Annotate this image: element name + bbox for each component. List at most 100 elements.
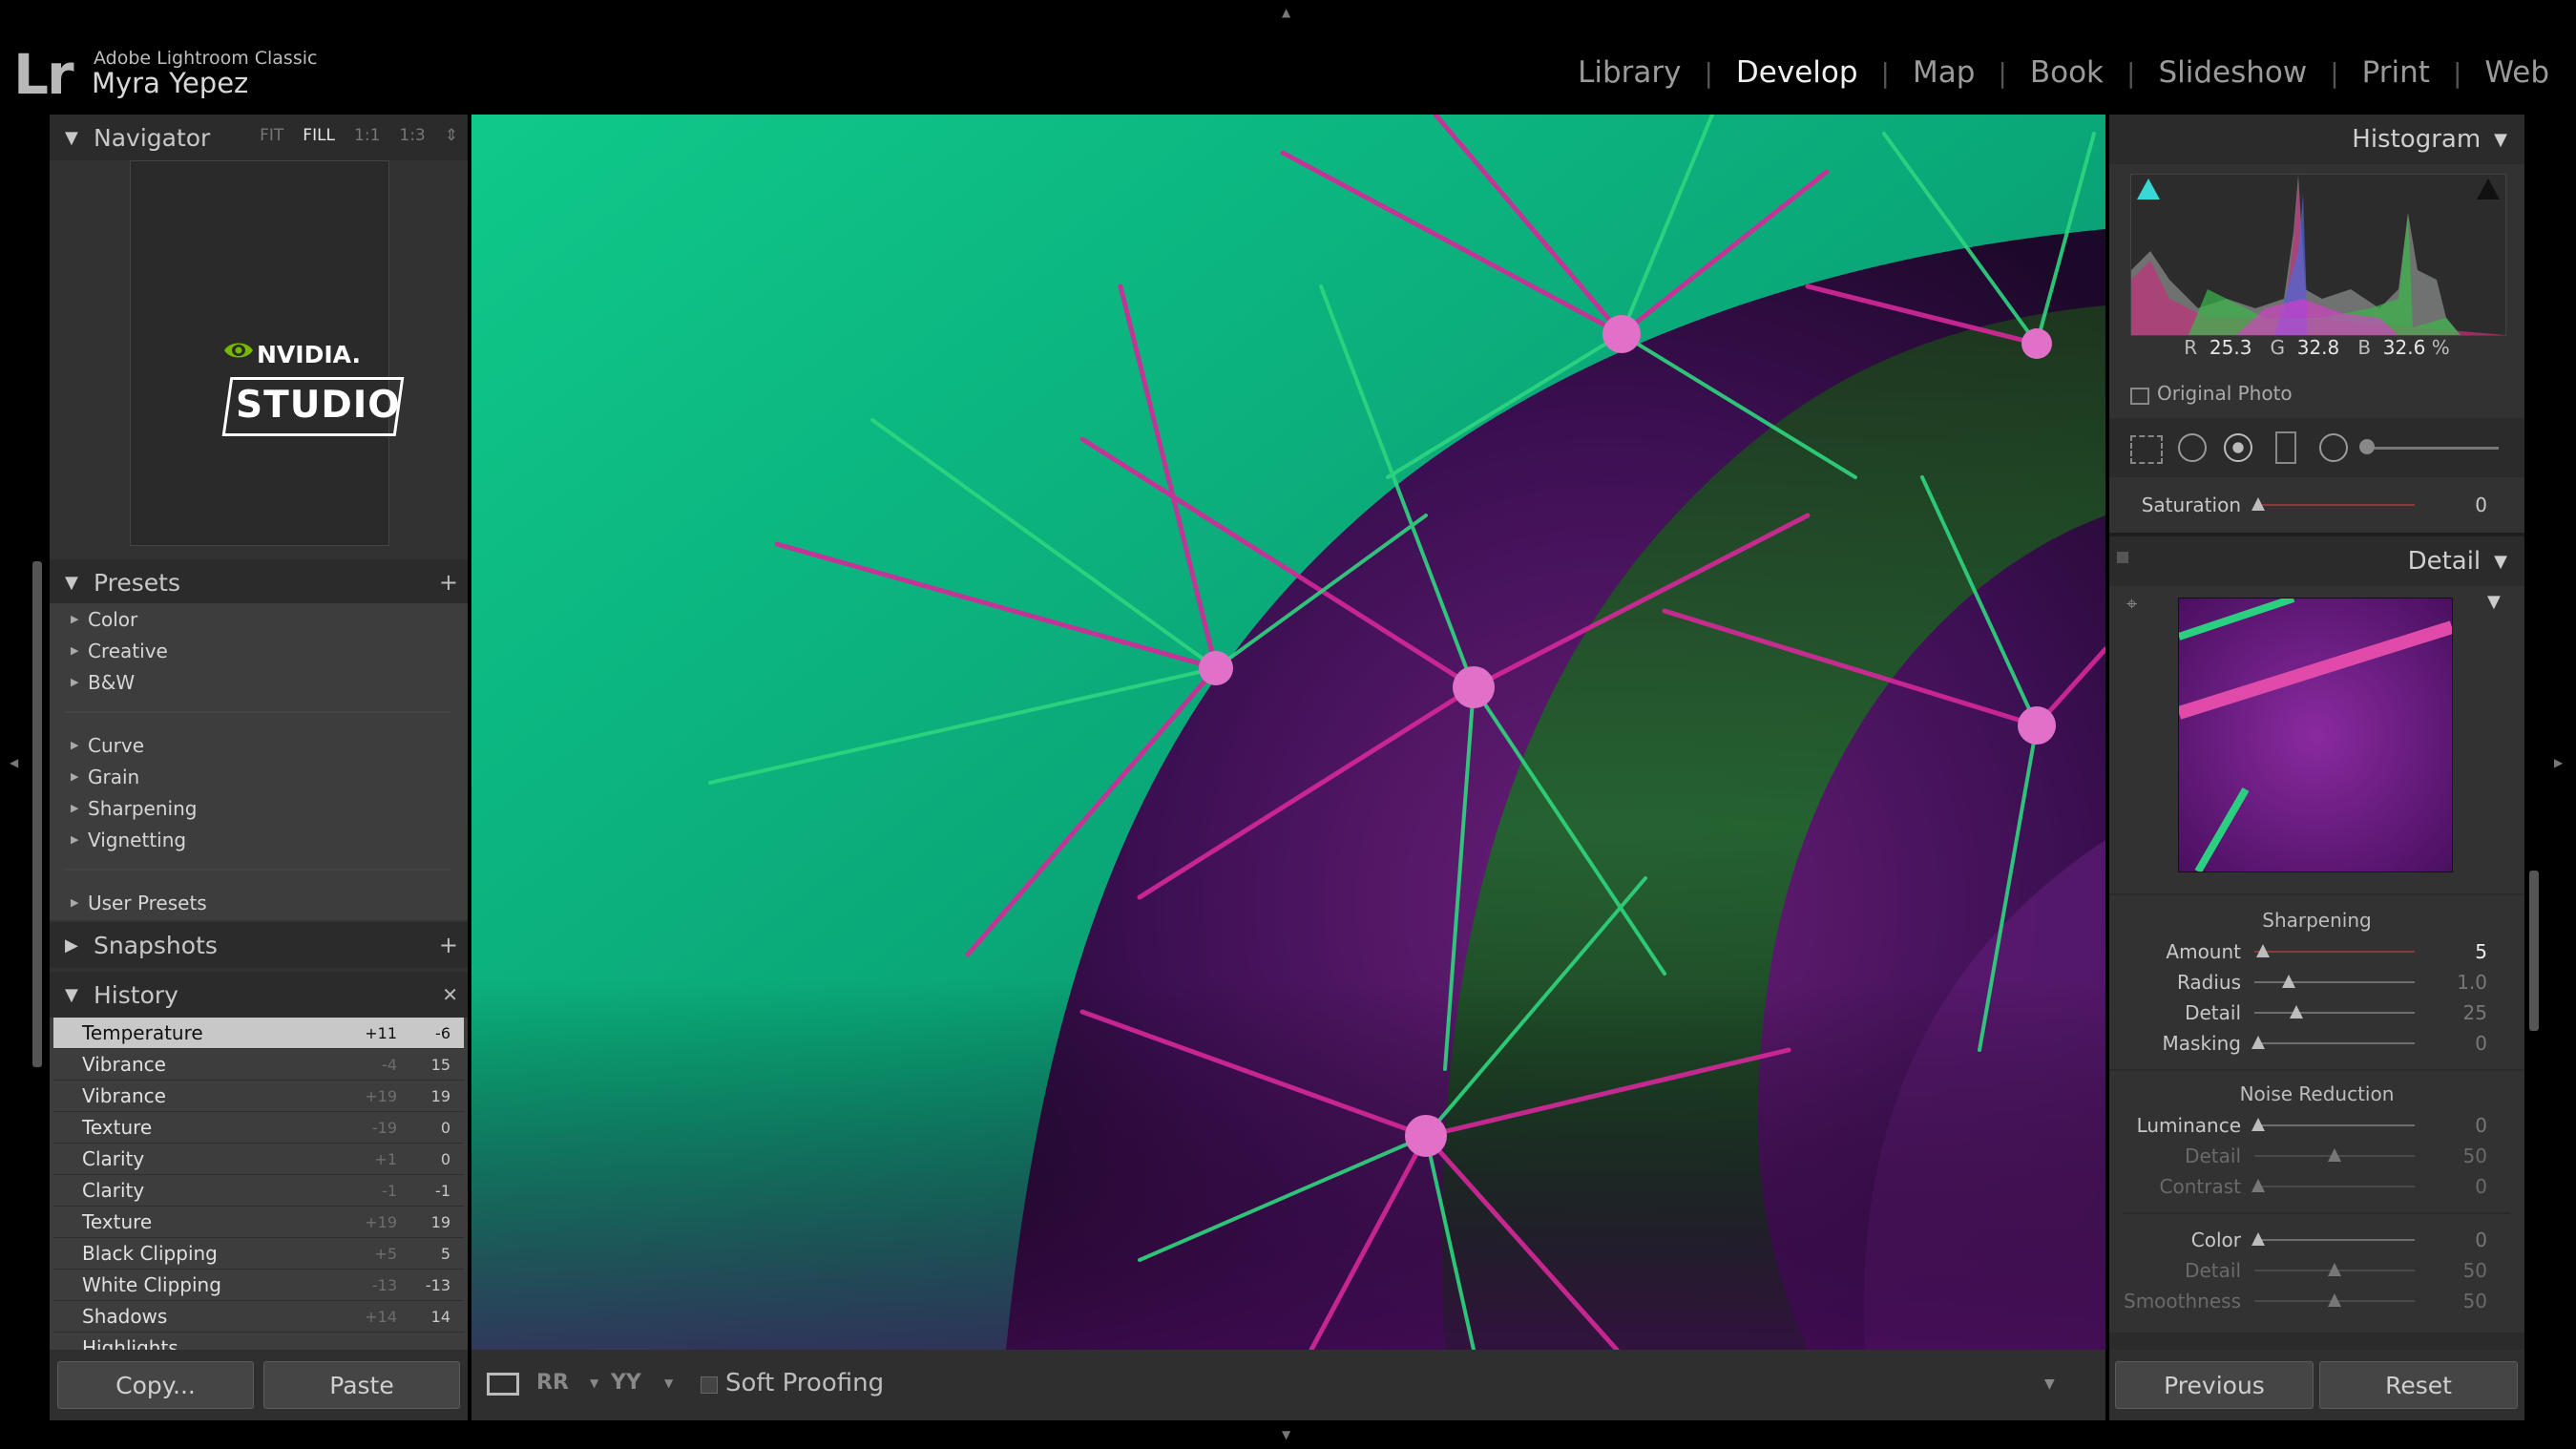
history-item[interactable]: Black Clipping +5 5 (53, 1238, 464, 1270)
spot-removal-tool-icon[interactable] (2178, 433, 2207, 462)
module-book[interactable]: Book (2007, 55, 2126, 90)
panel-switch-icon[interactable] (2117, 552, 2128, 563)
presets-header[interactable]: ▼ Presets + (50, 559, 468, 605)
navigator-preview[interactable]: NVIDIA. STUDIO (130, 160, 405, 546)
before-after-tb-icon[interactable]: YY (611, 1371, 641, 1395)
zoom-fit-option[interactable]: FIT (260, 126, 283, 145)
add-snapshot-icon[interactable]: + (439, 932, 458, 958)
graduated-filter-icon[interactable] (2275, 431, 2296, 464)
history-item[interactable]: Clarity +1 0 (53, 1144, 464, 1175)
slider-knob[interactable] (2251, 497, 2265, 511)
zoom-more-icon[interactable]: ⇕ (445, 126, 458, 145)
luminance-contrast-slider[interactable] (2251, 1179, 2415, 1192)
amount-slider[interactable] (2254, 944, 2415, 957)
soft-proofing-checkbox[interactable] (701, 1376, 718, 1394)
slider-knob[interactable] (2328, 1148, 2341, 1162)
top-panel-toggle-icon[interactable]: ▲ (1282, 6, 1290, 19)
zoom-1-1-option[interactable]: 1:1 (354, 126, 380, 145)
slider-knob[interactable] (2328, 1263, 2341, 1276)
slider-knob[interactable] (2290, 1005, 2303, 1018)
history-item[interactable]: Texture -19 0 (53, 1112, 464, 1144)
toolbar-menu-chevron-icon[interactable]: ▼ (2044, 1376, 2055, 1392)
loupe-view-icon[interactable] (487, 1373, 519, 1396)
color-detail-slider[interactable] (2254, 1263, 2415, 1276)
slider-knob[interactable] (2251, 1232, 2265, 1246)
photo-canvas[interactable] (471, 115, 2105, 1350)
right-panel-scrollbar[interactable] (2529, 871, 2539, 1031)
luminance-slider[interactable] (2251, 1118, 2415, 1131)
preset-group-vignetting[interactable]: ▶ Vignetting (53, 824, 464, 855)
history-item[interactable]: Vibrance +19 19 (53, 1081, 464, 1112)
detail-zoom-preview[interactable] (2178, 598, 2453, 872)
collapse-triangle-icon[interactable]: ▼ (65, 573, 78, 593)
module-web[interactable]: Web (2461, 55, 2549, 90)
preset-group-curve[interactable]: ▶ Curve (53, 729, 464, 761)
luminance-contrast-value[interactable]: 0 (2415, 1175, 2487, 1198)
module-library[interactable]: Library (1555, 55, 1704, 90)
slider-knob[interactable] (2282, 975, 2295, 988)
preset-group-color[interactable]: ▶ Color (53, 603, 464, 635)
chevron-down-icon[interactable]: ▼ (664, 1376, 673, 1390)
zoom-fill-option[interactable]: FILL (303, 126, 335, 145)
paste-settings-button[interactable]: Paste (263, 1361, 460, 1409)
collapse-triangle-icon[interactable]: ▼ (65, 985, 78, 1005)
histogram-header[interactable]: Histogram ▼ (2109, 115, 2524, 164)
highlight-clipping-indicator-icon[interactable] (2477, 178, 2500, 200)
adjustment-brush-icon[interactable] (2359, 439, 2375, 454)
module-map[interactable]: Map (1890, 55, 1998, 90)
slider-knob[interactable] (2328, 1293, 2341, 1307)
target-adjustment-icon[interactable]: ⌖ (2126, 592, 2137, 615)
history-item[interactable]: Texture +19 19 (53, 1207, 464, 1238)
slider-knob[interactable] (2251, 1179, 2265, 1192)
right-panel-toggle-icon[interactable]: ▶ (2554, 756, 2563, 769)
amount-value[interactable]: 5 (2415, 940, 2487, 963)
preset-group-bw[interactable]: ▶ B&W (53, 666, 464, 698)
red-eye-tool-icon[interactable] (2224, 433, 2252, 462)
history-item[interactable]: White Clipping -13 -13 (53, 1270, 464, 1301)
crop-tool-icon[interactable] (2130, 435, 2163, 464)
preset-group-user-presets[interactable]: ▶ User Presets (53, 887, 464, 918)
add-preset-icon[interactable]: + (439, 569, 458, 596)
left-panel-scrollbar[interactable] (32, 561, 42, 1067)
history-item[interactable]: Vibrance -4 15 (53, 1049, 464, 1081)
module-develop[interactable]: Develop (1713, 55, 1881, 90)
navigator-header[interactable]: ▼ Navigator FIT FILL 1:1 1:3 ⇕ (50, 115, 468, 160)
module-slideshow[interactable]: Slideshow (2135, 55, 2330, 90)
luminance-detail-value[interactable]: 50 (2415, 1144, 2487, 1167)
module-print[interactable]: Print (2339, 55, 2453, 90)
adjustment-brush-slider[interactable] (2365, 447, 2499, 450)
luminance-detail-slider[interactable] (2254, 1148, 2415, 1162)
previous-settings-button[interactable]: Previous (2115, 1361, 2314, 1409)
copy-settings-button[interactable]: Copy... (57, 1361, 254, 1409)
histogram-graph[interactable] (2130, 174, 2506, 336)
color-slider[interactable] (2251, 1232, 2415, 1246)
detail-value[interactable]: 25 (2415, 1001, 2487, 1024)
history-header[interactable]: ▼ History ✕ (50, 972, 468, 1018)
slider-knob[interactable] (2255, 944, 2270, 957)
color-value[interactable]: 0 (2415, 1228, 2487, 1251)
saturation-value[interactable]: 0 (2415, 494, 2487, 516)
preset-group-grain[interactable]: ▶ Grain (53, 761, 464, 792)
chevron-down-icon[interactable]: ▼ (590, 1376, 598, 1390)
preset-group-sharpening[interactable]: ▶ Sharpening (53, 792, 464, 824)
expand-triangle-icon[interactable]: ▶ (65, 935, 78, 956)
preset-group-creative[interactable]: ▶ Creative (53, 635, 464, 666)
radius-value[interactable]: 1.0 (2415, 971, 2487, 994)
smoothness-slider[interactable] (2254, 1293, 2415, 1307)
history-item[interactable]: Clarity -1 -1 (53, 1175, 464, 1207)
radius-slider[interactable] (2254, 975, 2415, 988)
snapshots-header[interactable]: ▶ Snapshots + (50, 922, 468, 968)
reset-button[interactable]: Reset (2319, 1361, 2518, 1409)
left-panel-toggle-icon[interactable]: ◀ (10, 756, 18, 769)
slider-knob[interactable] (2251, 1118, 2265, 1131)
luminance-value[interactable]: 0 (2415, 1114, 2487, 1137)
filmstrip-toggle-icon[interactable]: ▼ (1282, 1428, 1290, 1441)
masking-slider[interactable] (2251, 1036, 2415, 1049)
clear-history-icon[interactable]: ✕ (442, 983, 458, 1006)
smoothness-value[interactable]: 50 (2415, 1290, 2487, 1312)
collapse-triangle-icon[interactable]: ▼ (2494, 552, 2507, 572)
collapse-triangle-icon[interactable]: ▼ (65, 128, 78, 148)
radial-filter-icon[interactable] (2319, 433, 2348, 462)
before-after-lr-icon[interactable]: RR (536, 1371, 569, 1395)
collapse-triangle-icon[interactable]: ▼ (2494, 130, 2507, 150)
